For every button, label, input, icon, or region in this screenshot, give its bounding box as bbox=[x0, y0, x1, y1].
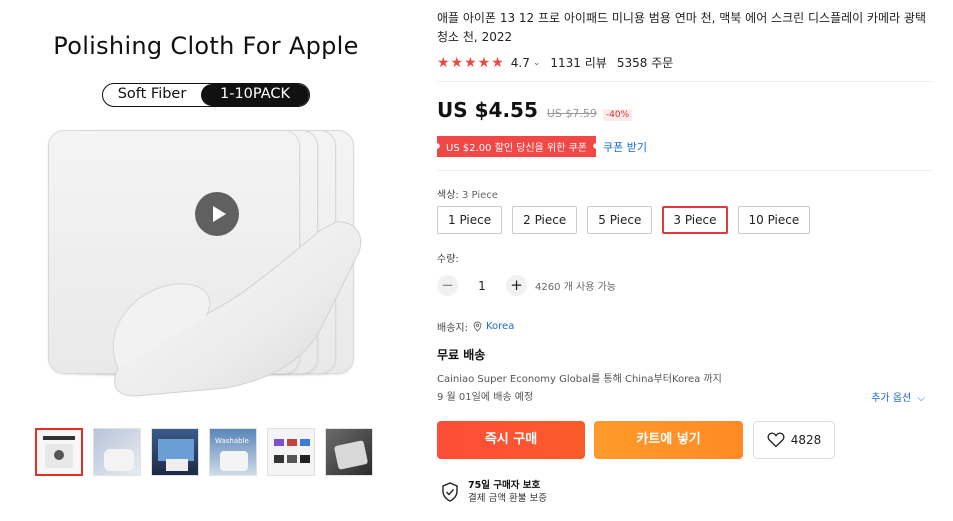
more-options-label: 추가 옵션 bbox=[871, 393, 912, 404]
protection-subtitle: 결제 금액 환불 보증 bbox=[468, 493, 547, 504]
thumbnail-4-caption: Washable bbox=[215, 437, 249, 445]
shipping-carrier: Cainiao Super Economy Global를 통해 China부터… bbox=[437, 374, 722, 385]
ship-to-label: 배송지: bbox=[437, 323, 468, 334]
feature-pill-right: 1-10PACK bbox=[201, 84, 309, 106]
star-rating-icon: ★★★★★ bbox=[437, 54, 505, 71]
folded-cloth bbox=[112, 221, 362, 397]
get-coupon-link[interactable]: 쿠폰 받기 bbox=[603, 139, 647, 155]
rating-row: ★★★★★ 4.7 ⌄ 1131 리뷰 5358 주문 bbox=[437, 54, 673, 71]
ship-to-country[interactable]: Korea bbox=[486, 321, 514, 332]
add-to-cart-button[interactable]: 카트에 넣기 bbox=[594, 421, 743, 459]
thumbnail-3[interactable] bbox=[151, 428, 199, 476]
product-gallery: Polishing Cloth For Apple Soft Fiber 1-1… bbox=[0, 0, 415, 521]
rating-value[interactable]: 4.7 bbox=[511, 56, 530, 70]
quantity-label: 수량: bbox=[437, 254, 459, 265]
thumbnail-6[interactable] bbox=[325, 428, 373, 476]
option-1-piece[interactable]: 1 Piece bbox=[437, 206, 503, 234]
current-price: US $4.55 bbox=[437, 98, 538, 122]
thumbnail-strip: Washable bbox=[35, 428, 373, 476]
coupon-row: US $2.00 할인 당신을 위한 쿠폰 쿠폰 받기 bbox=[437, 136, 647, 157]
feature-pill: Soft Fiber 1-10PACK bbox=[102, 83, 310, 107]
quantity-decrease-button[interactable]: − bbox=[437, 275, 458, 296]
thumbnail-2[interactable] bbox=[93, 428, 141, 476]
delivery-estimate: 9 월 01일에 배송 예정 bbox=[437, 392, 534, 403]
thumbnail-4[interactable]: Washable bbox=[209, 428, 257, 476]
coupon-badge[interactable]: US $2.00 할인 당신을 위한 쿠폰 bbox=[437, 136, 596, 157]
color-label-text: 색상: bbox=[437, 190, 459, 201]
buyer-protection: 75일 구매자 보호 결제 금액 환불 보증 bbox=[441, 479, 547, 505]
feature-pill-left: Soft Fiber bbox=[117, 86, 187, 102]
option-3-piece[interactable]: 3 Piece bbox=[662, 206, 728, 234]
color-selected-value: 3 Piece bbox=[461, 190, 498, 201]
location-pin-icon bbox=[473, 321, 482, 332]
quantity-available: 4260 개 사용 가능 bbox=[535, 282, 616, 293]
option-5-piece[interactable]: 5 Piece bbox=[587, 206, 653, 234]
review-count[interactable]: 1131 리뷰 bbox=[550, 54, 606, 71]
product-title: 애플 아이폰 13 12 프로 아이패드 미니용 범용 연마 천, 맥북 에어 … bbox=[437, 11, 927, 44]
quantity-increase-button[interactable]: + bbox=[506, 275, 527, 296]
wishlist-button[interactable]: 4828 bbox=[753, 421, 835, 459]
quantity-value[interactable]: 1 bbox=[458, 279, 506, 293]
heart-icon bbox=[767, 432, 785, 448]
chevron-down-icon[interactable]: ⌄ bbox=[533, 58, 541, 68]
protection-title: 75일 구매자 보호 bbox=[468, 480, 541, 491]
divider bbox=[437, 81, 933, 82]
thumbnail-5[interactable] bbox=[267, 428, 315, 476]
order-count: 5358 주문 bbox=[616, 56, 674, 70]
quantity-stepper: − 1 + 4260 개 사용 가능 bbox=[437, 275, 616, 296]
main-product-image[interactable]: Polishing Cloth For Apple Soft Fiber 1-1… bbox=[36, 18, 376, 413]
ship-to-row: 배송지: Korea bbox=[437, 319, 514, 334]
original-price: US $7.59 bbox=[546, 107, 597, 120]
discount-badge: -40% bbox=[602, 109, 633, 121]
price-row: US $4.55 US $7.59 -40% bbox=[437, 98, 633, 122]
free-shipping: 무료 배송 bbox=[437, 348, 486, 362]
color-options: 1 Piece 2 Piece 5 Piece 3 Piece 10 Piece bbox=[437, 206, 811, 234]
play-video-icon[interactable] bbox=[195, 192, 239, 236]
option-10-piece[interactable]: 10 Piece bbox=[737, 206, 811, 234]
image-headline: Polishing Cloth For Apple bbox=[53, 32, 359, 60]
buy-now-button[interactable]: 즉시 구매 bbox=[437, 421, 585, 459]
divider bbox=[437, 170, 933, 171]
option-2-piece[interactable]: 2 Piece bbox=[512, 206, 578, 234]
thumbnail-1[interactable] bbox=[35, 428, 83, 476]
chevron-down-icon: ⌵ bbox=[917, 393, 925, 404]
shield-check-icon bbox=[442, 482, 458, 502]
color-label: 색상: 3 Piece bbox=[437, 186, 498, 201]
cloth-illustration bbox=[48, 122, 368, 402]
more-options-link[interactable]: 추가 옵션 ⌵ bbox=[871, 389, 925, 404]
wishlist-count: 4828 bbox=[790, 433, 822, 447]
